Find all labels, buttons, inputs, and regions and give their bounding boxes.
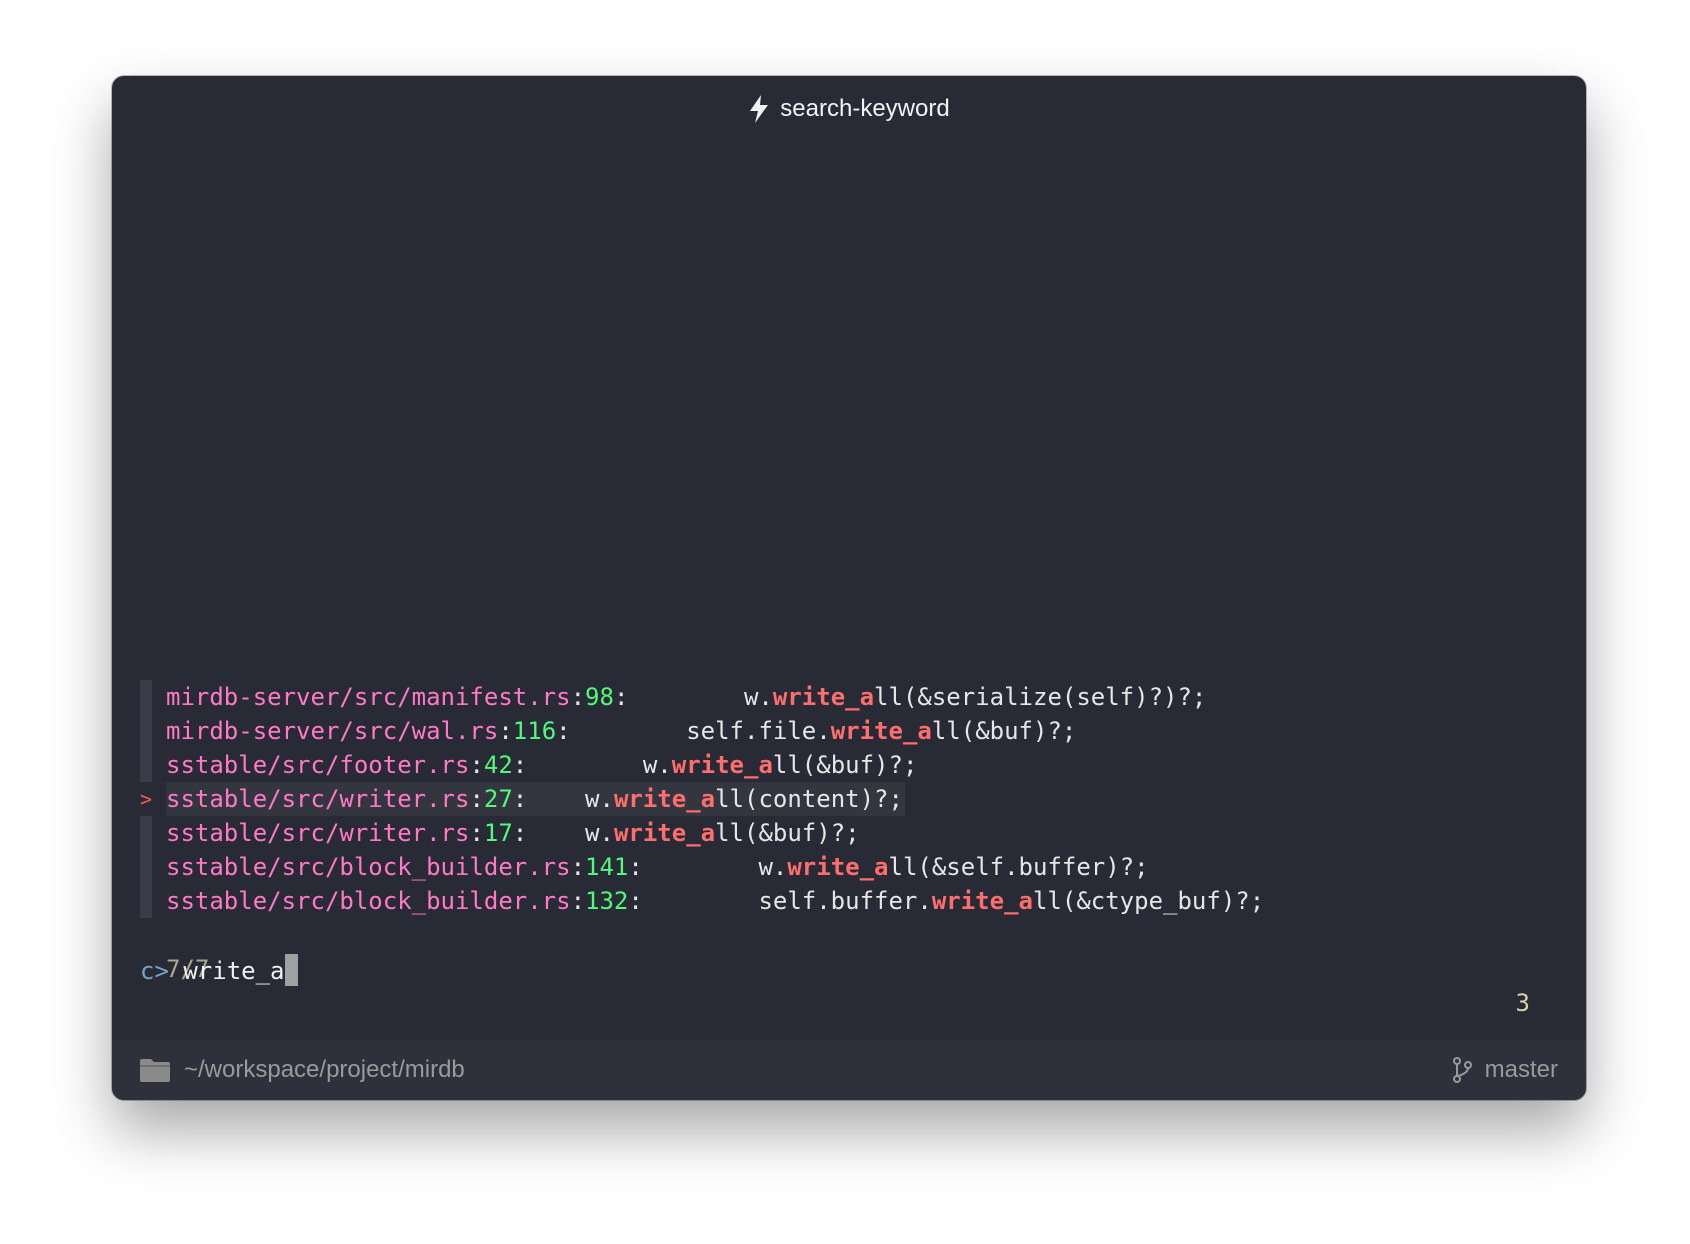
result-row[interactable]: mirdb-server/src/wal.rs:116: self.file.w… xyxy=(140,714,1558,748)
code-suffix: ll(&serialize(self)?)?; xyxy=(874,683,1207,711)
separator: : xyxy=(628,887,643,915)
git-branch[interactable]: master xyxy=(1451,1056,1558,1084)
separator: : xyxy=(613,683,629,711)
code-prefix: self.file. xyxy=(686,717,831,745)
row-gutter xyxy=(140,680,152,714)
file-path: sstable/src/writer.rs xyxy=(166,785,470,813)
code-prefix: w. xyxy=(758,853,788,881)
result-row[interactable]: sstable/src/writer.rs:17: w.write_all(&b… xyxy=(140,816,1558,850)
right-indicator: 3 xyxy=(1515,989,1530,1017)
file-path: sstable/src/block_builder.rs xyxy=(166,887,571,915)
terminal-window: search-keyword mirdb-server/src/manifest… xyxy=(112,76,1586,1100)
line-number: 116 xyxy=(512,717,557,745)
separator: : xyxy=(570,887,586,915)
lightning-icon xyxy=(750,95,769,123)
result-content: sstable/src/writer.rs:27: w.write_all(co… xyxy=(166,782,905,816)
code-prefix: w. xyxy=(585,785,614,813)
result-content: mirdb-server/src/manifest.rs:98: w.write… xyxy=(166,680,1206,714)
file-path: sstable/src/block_builder.rs xyxy=(166,853,571,881)
line-number: 17 xyxy=(483,819,513,847)
title-bar: search-keyword xyxy=(112,76,1586,142)
selection-marker: > xyxy=(140,787,153,811)
file-path: mirdb-server/src/wal.rs xyxy=(166,717,499,745)
code-prefix: self.buffer. xyxy=(758,887,932,915)
separator: : xyxy=(628,853,643,881)
separator: : xyxy=(556,717,571,745)
status-bar: ~/workspace/project/mirdb master xyxy=(112,1040,1586,1100)
window-title: search-keyword xyxy=(780,95,950,122)
match-highlight: write_a xyxy=(613,785,716,813)
file-path: mirdb-server/src/manifest.rs xyxy=(166,683,571,711)
code-prefix: w. xyxy=(743,683,773,711)
match-counter-row: 7/7 3 xyxy=(140,918,1558,1017)
result-row[interactable]: sstable/src/block_builder.rs:141: w.writ… xyxy=(140,850,1558,884)
separator: : xyxy=(512,819,528,847)
result-list: mirdb-server/src/manifest.rs:98: w.write… xyxy=(140,680,1558,918)
code-suffix: ll(&buf)?; xyxy=(931,717,1077,745)
match-highlight: write_a xyxy=(931,887,1033,915)
line-number: 27 xyxy=(483,785,513,813)
line-number: 98 xyxy=(585,683,614,711)
separator: : xyxy=(570,853,586,881)
result-content: sstable/src/block_builder.rs:141: w.writ… xyxy=(166,850,1149,884)
search-input[interactable]: write_a xyxy=(183,957,284,985)
result-content: sstable/src/block_builder.rs:132: self.b… xyxy=(166,884,1264,918)
search-prompt[interactable]: c> write_a xyxy=(140,953,1558,989)
match-highlight: write_a xyxy=(787,853,889,881)
branch-name: master xyxy=(1484,1056,1558,1083)
result-row-selected[interactable]: > sstable/src/writer.rs:27: w.write_all(c… xyxy=(140,782,1558,816)
separator: : xyxy=(469,819,484,847)
code-prefix: w. xyxy=(642,751,672,779)
result-row[interactable]: mirdb-server/src/manifest.rs:98: w.write… xyxy=(140,680,1558,714)
match-highlight: write_a xyxy=(613,819,716,847)
row-gutter xyxy=(140,884,152,918)
folder-icon xyxy=(140,1059,170,1082)
git-branch-icon xyxy=(1452,1057,1472,1083)
code-suffix: ll(&self.buffer)?; xyxy=(888,853,1149,881)
result-content: mirdb-server/src/wal.rs:116: self.file.w… xyxy=(166,714,1076,748)
code-prefix: w. xyxy=(585,819,614,847)
result-content: sstable/src/footer.rs:42: w.write_all(&b… xyxy=(166,748,917,782)
file-path: sstable/src/footer.rs xyxy=(166,751,470,779)
fzf-results: mirdb-server/src/manifest.rs:98: w.write… xyxy=(140,680,1558,1017)
match-highlight: write_a xyxy=(830,717,932,745)
prompt-sigil: c> xyxy=(140,957,169,985)
separator: : xyxy=(512,751,528,779)
separator: : xyxy=(469,785,484,813)
match-highlight: write_a xyxy=(772,683,875,711)
line-number: 141 xyxy=(585,853,629,881)
row-gutter xyxy=(140,714,152,748)
result-content: sstable/src/writer.rs:17: w.write_all(&b… xyxy=(166,816,860,850)
code-suffix: ll(&ctype_buf)?; xyxy=(1032,887,1265,915)
separator: : xyxy=(512,785,528,813)
row-gutter xyxy=(140,748,152,782)
text-cursor xyxy=(284,954,298,986)
code-suffix: ll(&buf)?; xyxy=(715,819,860,847)
working-directory: ~/workspace/project/mirdb xyxy=(184,1056,465,1083)
code-suffix: ll(&buf)?; xyxy=(772,751,918,779)
row-gutter xyxy=(140,850,152,884)
line-number: 42 xyxy=(483,751,513,779)
file-path: sstable/src/writer.rs xyxy=(166,819,470,847)
match-highlight: write_a xyxy=(671,751,773,779)
separator: : xyxy=(469,751,484,779)
row-gutter xyxy=(140,816,152,850)
result-row[interactable]: sstable/src/block_builder.rs:132: self.b… xyxy=(140,884,1558,918)
result-row[interactable]: sstable/src/footer.rs:42: w.write_all(&b… xyxy=(140,748,1558,782)
separator: : xyxy=(570,683,586,711)
separator: : xyxy=(498,717,513,745)
line-number: 132 xyxy=(585,887,629,915)
code-suffix: ll(content)?; xyxy=(715,785,903,813)
